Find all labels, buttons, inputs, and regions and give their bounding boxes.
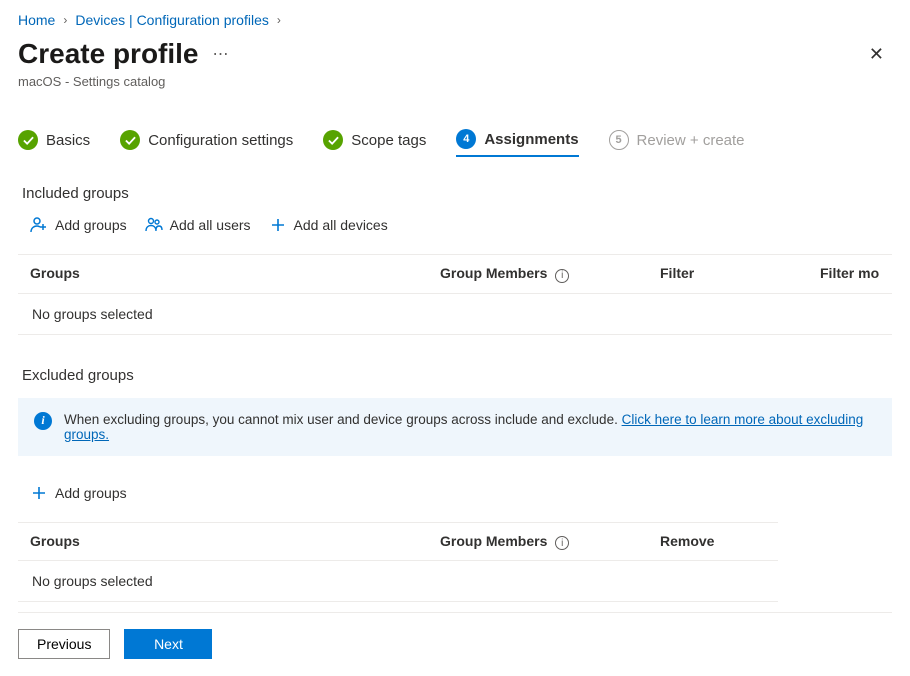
col-members: Group Members i: [440, 265, 660, 283]
check-icon: [323, 130, 343, 150]
info-icon[interactable]: i: [555, 536, 569, 550]
close-icon[interactable]: ✕: [861, 40, 892, 69]
banner-text: When excluding groups, you cannot mix us…: [64, 412, 876, 442]
empty-row: No groups selected: [18, 561, 778, 602]
included-groups-heading: Included groups: [18, 185, 892, 202]
included-actions: Add groups Add all users Add all devices: [18, 216, 892, 234]
included-groups-table: Groups Group Members i Filter Filter mo …: [18, 254, 892, 335]
info-banner: i When excluding groups, you cannot mix …: [18, 398, 892, 456]
step-configuration-settings[interactable]: Configuration settings: [120, 129, 293, 157]
step-number-icon: 5: [609, 130, 629, 150]
col-members: Group Members i: [440, 533, 660, 551]
page-header: Create profile ⋯ ✕: [18, 38, 892, 70]
chevron-right-icon: ›: [63, 13, 67, 27]
person-add-icon: [30, 216, 48, 234]
breadcrumb-home[interactable]: Home: [18, 12, 55, 28]
empty-row: No groups selected: [18, 294, 892, 335]
action-label: Add groups: [55, 485, 127, 501]
check-icon: [18, 130, 38, 150]
col-filter: Filter: [660, 265, 820, 283]
step-label: Assignments: [484, 131, 578, 148]
excluded-groups-heading: Excluded groups: [18, 367, 892, 384]
col-remove: Remove: [660, 533, 766, 551]
check-icon: [120, 130, 140, 150]
more-actions-icon[interactable]: ⋯: [213, 44, 231, 64]
page-subtitle: macOS - Settings catalog: [18, 74, 892, 89]
step-basics[interactable]: Basics: [18, 129, 90, 157]
excluded-groups-table: Groups Group Members i Remove No groups …: [18, 522, 778, 603]
breadcrumb: Home › Devices | Configuration profiles …: [18, 12, 892, 28]
step-label: Review + create: [637, 132, 745, 149]
wizard-stepper: Basics Configuration settings Scope tags…: [18, 129, 892, 157]
info-icon[interactable]: i: [555, 269, 569, 283]
step-review-create[interactable]: 5 Review + create: [609, 129, 745, 157]
step-label: Scope tags: [351, 132, 426, 149]
action-label: Add all devices: [294, 217, 388, 233]
step-assignments[interactable]: 4 Assignments: [456, 129, 578, 157]
add-groups-button[interactable]: Add groups: [30, 484, 127, 502]
plus-icon: [30, 484, 48, 502]
wizard-footer: Previous Next: [18, 612, 892, 659]
info-icon: i: [34, 412, 52, 430]
add-groups-button[interactable]: Add groups: [30, 216, 127, 234]
table-header: Groups Group Members i Remove: [18, 523, 778, 562]
breadcrumb-devices[interactable]: Devices | Configuration profiles: [75, 12, 269, 28]
chevron-right-icon: ›: [277, 13, 281, 27]
page-title: Create profile: [18, 38, 199, 70]
step-label: Basics: [46, 132, 90, 149]
step-scope-tags[interactable]: Scope tags: [323, 129, 426, 157]
step-label: Configuration settings: [148, 132, 293, 149]
add-all-users-button[interactable]: Add all users: [145, 216, 251, 234]
excluded-actions: Add groups: [18, 484, 892, 502]
people-icon: [145, 216, 163, 234]
step-number-icon: 4: [456, 129, 476, 149]
action-label: Add all users: [170, 217, 251, 233]
col-groups: Groups: [30, 265, 440, 283]
add-all-devices-button[interactable]: Add all devices: [269, 216, 388, 234]
action-label: Add groups: [55, 217, 127, 233]
table-header: Groups Group Members i Filter Filter mo: [18, 255, 892, 294]
plus-icon: [269, 216, 287, 234]
col-filter-mode: Filter mo: [820, 265, 880, 283]
col-groups: Groups: [30, 533, 440, 551]
next-button[interactable]: Next: [124, 629, 212, 659]
previous-button[interactable]: Previous: [18, 629, 110, 659]
